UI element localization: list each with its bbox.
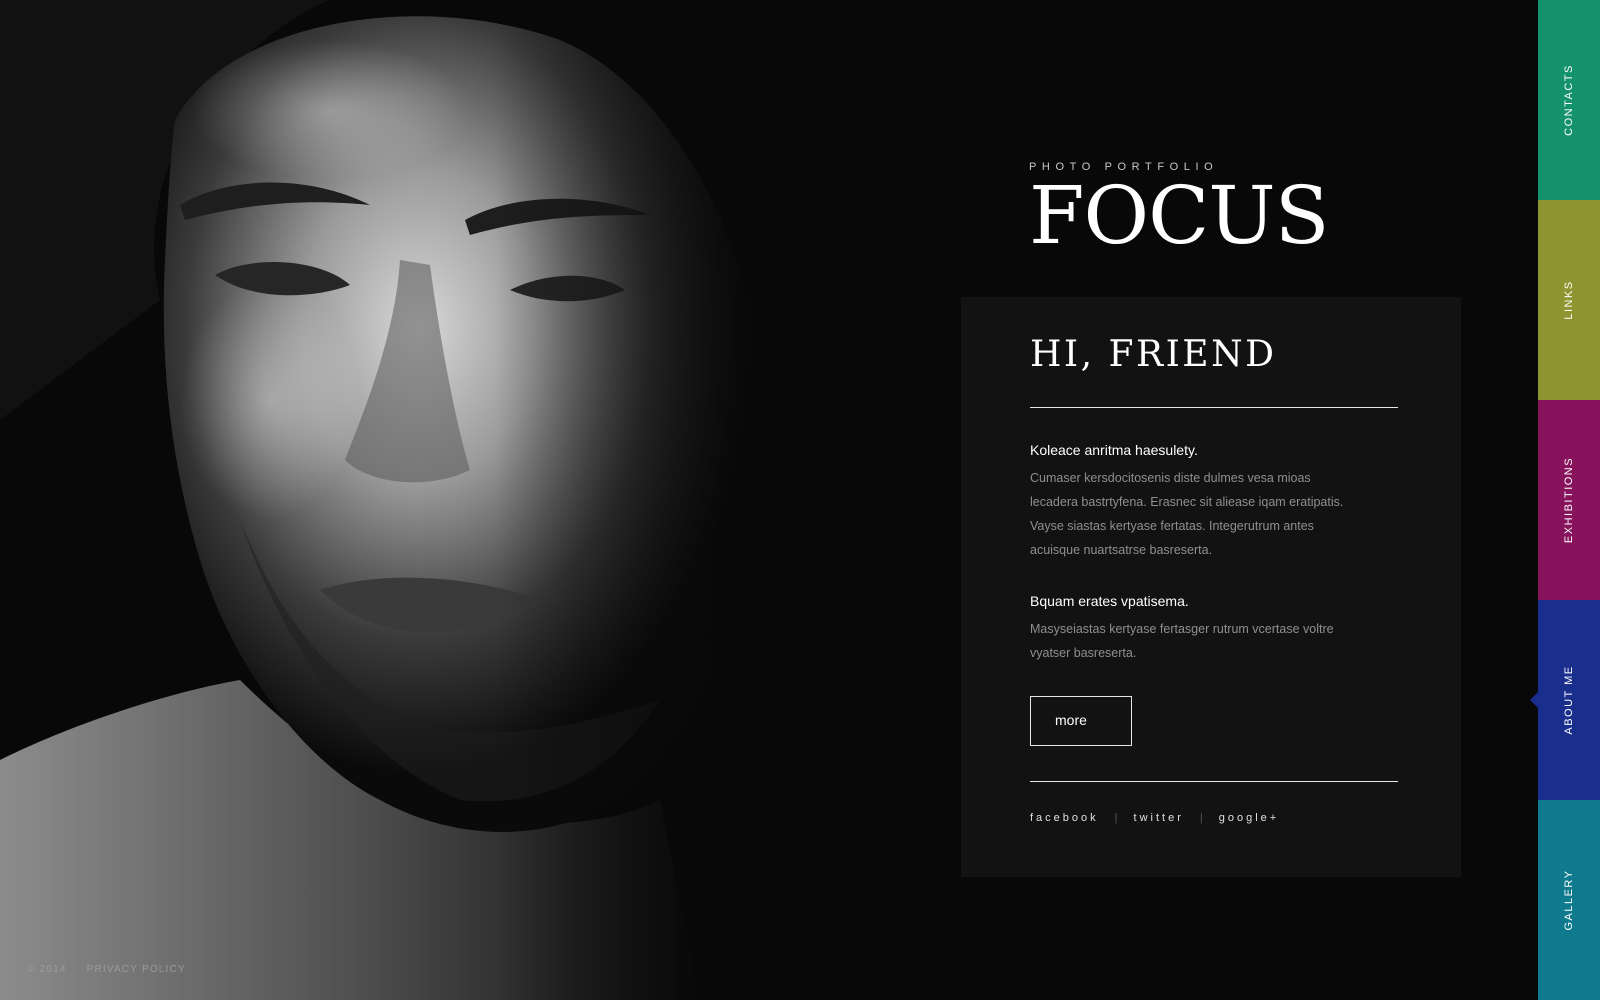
side-navigation: CONTACTS LINKS EXHIBITIONS ABOUT ME GALL… xyxy=(1530,0,1600,1000)
facebook-link[interactable]: facebook xyxy=(1030,812,1099,824)
more-button[interactable]: more xyxy=(1030,696,1132,746)
nav-item-links[interactable]: LINKS xyxy=(1538,200,1600,400)
social-separator: | xyxy=(1199,812,1203,824)
brand: PHOTO PORTFOLIO FOCUS xyxy=(1029,160,1330,256)
nav-item-label: EXHIBITIONS xyxy=(1563,456,1575,544)
social-separator: | xyxy=(1114,812,1118,824)
footer: © 2014 PRIVACY POLICY xyxy=(27,964,186,975)
brand-logo[interactable]: FOCUS xyxy=(1029,176,1330,256)
nav-item-label: LINKS xyxy=(1563,280,1575,320)
nav-item-exhibitions[interactable]: EXHIBITIONS xyxy=(1538,400,1600,600)
nav-item-about-me[interactable]: ABOUT ME xyxy=(1530,600,1600,800)
text-block-1-body: Cumaser kersdocitosenis diste dulmes ves… xyxy=(1030,471,1344,557)
page: © 2014 PRIVACY POLICY PHOTO PORTFOLIO FO… xyxy=(0,0,1600,1000)
nav-item-label: CONTACTS xyxy=(1563,64,1575,136)
divider-top xyxy=(1030,407,1398,408)
nav-item-contacts[interactable]: CONTACTS xyxy=(1538,0,1600,200)
nav-item-label: GALLERY xyxy=(1563,869,1575,931)
text-block-1: Koleace anritma haesulety. Cumaser kersd… xyxy=(1030,440,1398,562)
privacy-policy-link[interactable]: PRIVACY POLICY xyxy=(87,964,186,975)
googleplus-link[interactable]: google+ xyxy=(1219,812,1279,824)
text-block-2: Bquam erates vpatisema. Masyseiastas ker… xyxy=(1030,591,1398,665)
twitter-link[interactable]: twitter xyxy=(1134,812,1184,824)
about-card: HI, FRIEND Koleace anritma haesulety. Cu… xyxy=(961,297,1461,877)
social-links: facebook | twitter | google+ xyxy=(1030,812,1398,824)
nav-item-label: ABOUT ME xyxy=(1563,665,1575,735)
portrait-image xyxy=(0,0,900,1000)
nav-item-gallery[interactable]: GALLERY xyxy=(1538,800,1600,1000)
text-block-2-title: Bquam erates vpatisema. xyxy=(1030,593,1189,609)
text-block-2-body: Masyseiastas kertyase fertasger rutrum v… xyxy=(1030,622,1334,660)
greeting-heading: HI, FRIEND xyxy=(1030,334,1277,375)
divider-bottom xyxy=(1030,781,1398,782)
text-block-1-title: Koleace anritma haesulety. xyxy=(1030,442,1198,458)
copyright-text: © 2014 xyxy=(27,964,67,975)
about-card-content: HI, FRIEND Koleace anritma haesulety. Cu… xyxy=(1030,297,1398,824)
